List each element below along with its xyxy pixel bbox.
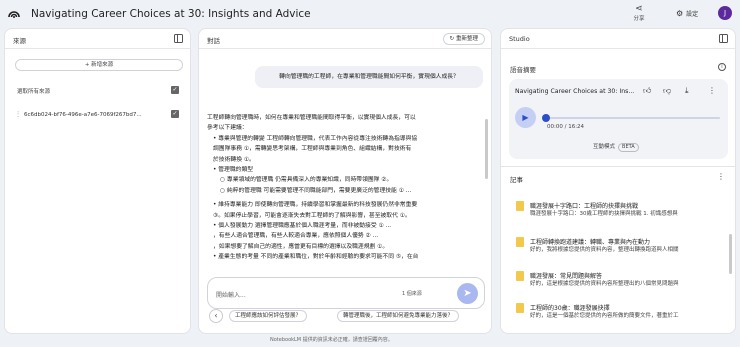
audio-progress-track[interactable] (544, 117, 720, 119)
source-count: 1 個來源 (402, 291, 422, 297)
play-icon: ▶ (522, 113, 529, 122)
settings-label: 設定 (686, 11, 699, 18)
collapse-panel-icon[interactable] (174, 34, 183, 43)
answer-line: 於技術轉換 ①。 (213, 156, 255, 163)
chat-header: 對話 ↻ 重新整理 (199, 29, 491, 49)
source-checkbox[interactable]: ✓ (171, 110, 179, 118)
note-body: 好的，我將根據您提供的資料內容，整理出轉換跑道與人相關 (530, 247, 679, 253)
more-options-icon[interactable]: ⋮ (717, 172, 725, 181)
share-button[interactable]: ⋖ 分享 (630, 4, 648, 23)
audio-overview-card: Navigating Career Choices at 30: Ins... … (509, 79, 728, 159)
audio-overview-header: 語音摘要 (510, 66, 536, 74)
download-icon[interactable]: ⤓ (685, 86, 689, 96)
note-body: 好的，這是根據您提供的資料內容所整理出的八個常見問題與 (530, 281, 679, 287)
answer-line: ③。如果停止學習，可能會逐漸失去對工程師的了解與影響，甚至被取代 ①。 (213, 212, 411, 219)
note-icon (516, 303, 524, 313)
gear-icon: ⚙ (676, 9, 684, 18)
share-label: 分享 (633, 16, 645, 22)
note-icon (516, 271, 524, 281)
chevron-left-icon[interactable]: ‹ (209, 309, 223, 323)
source-name: 6c6db024-bf76-496e-a7e6-7069f267bd7... (24, 112, 142, 118)
beta-badge: BETA (618, 143, 639, 152)
answer-line: • 維持專業能力 即使轉向管理職，持續學習和掌握最新的科技發展仍然非常重要 (213, 202, 418, 209)
suggestions-row: ‹ 工程師應該如何評估發展？ 轉管理職後，工程師如何避免專業能力落後？ (207, 308, 485, 324)
interactive-mode-label: 互動模式 (593, 144, 616, 150)
answer-line: • 專業與管理的轉變 工程師轉向管理職，代表工作內容從專注技術轉為指導與協 (213, 135, 418, 142)
thumbs-down-icon[interactable]: 👎︎ (663, 86, 671, 96)
suggestion-chip[interactable]: 工程師應該如何評估發展？ (229, 310, 308, 322)
note-icon (516, 201, 524, 211)
refresh-button[interactable]: ↻ 重新整理 (442, 33, 485, 45)
disclaimer-footer: NotebookLM 提供的資訊未必正確，請查證回覆內容。 (270, 337, 393, 343)
interactive-mode-button[interactable]: 互動模式 BETA (593, 142, 639, 152)
sources-panel: 來源 + 新增來源 選取所有來源 ✓ ⫶ 6c6db024-bf76-496e-… (4, 28, 191, 334)
answer-line: ○ 純粹的管理職 可能需要管理不同職能部門，需要更廣泛的管理技能 ① ... (220, 187, 412, 194)
studio-title: Studio (509, 35, 530, 43)
chat-input-box[interactable]: 開始輸入... 1 個來源 ➤ (207, 277, 485, 309)
notebook-title[interactable]: Navigating Career Choices at 30: Insight… (31, 8, 311, 20)
chat-input-placeholder[interactable]: 開始輸入... (216, 290, 246, 299)
audio-time: 00:00 / 16:24 (547, 124, 585, 130)
info-icon[interactable]: i (718, 63, 726, 71)
note-title: 職涯發展：常見問題與解答 (530, 273, 603, 280)
assistant-answer: 工程師轉向管理職時，如何在專業和管理職能間取得平衡，以實現個人成長，可以 參考以下… (207, 113, 487, 263)
user-message: 轉向管理職的工程師，在專業和管理職能間如何平衡，實現個人成長？ (255, 66, 483, 88)
answer-line: • 產業生態的考量 不同的產業和職位，對於年齡和經驗的要求可能不同 ⑤，在台 (213, 254, 419, 261)
sources-title: 來源 (13, 37, 26, 45)
answer-line: ，如果想要了解自己的適性，應當更有目標的選擇以及職涯規劃 ①。 (213, 243, 389, 250)
note-icon (516, 237, 524, 247)
answer-line: • 個人發展動力 選擇管理職應基於個人職涯考量，而非被動接受 ① ... (213, 223, 392, 230)
settings-button[interactable]: ⚙ 設定 (676, 9, 698, 18)
source-item[interactable]: ⫶ 6c6db024-bf76-496e-a7e6-7069f267bd7... (17, 110, 142, 120)
send-button[interactable]: ➤ (457, 283, 478, 304)
studio-panel: Studio 語音摘要 i Navigating Career Choices … (500, 28, 736, 334)
notes-scrollbar[interactable] (729, 234, 732, 274)
note-body: 好的，這是一個基於您提供的內容所做的簡要文件，著重於工 (530, 313, 679, 319)
chat-panel: 對話 ↻ 重新整理 轉向管理職的工程師，在專業和管理職能間如何平衡，實現個人成長… (198, 28, 492, 334)
audio-title: Navigating Career Choices at 30: Ins... (515, 88, 635, 95)
note-body: 職涯發展十字路口：30歲工程師的抉擇與挑戰 1. 初識感想與 (530, 211, 678, 217)
collapse-panel-icon[interactable] (719, 34, 728, 43)
sources-header: 來源 (5, 29, 190, 49)
send-arrow-icon: ➤ (463, 288, 472, 299)
answer-line: 調團隊事務 ①，需轉變思考架構，工程師與專業到角色、組織結構，對技術有 (213, 146, 412, 153)
chat-title: 對話 (207, 37, 220, 45)
answer-line: 工程師轉向管理職時，如何在專業和管理職能間取得平衡，以實現個人成長，可以 (207, 115, 416, 121)
top-bar: Navigating Career Choices at 30: Insight… (0, 0, 740, 28)
share-icon: ⋖ (635, 4, 643, 14)
chat-scrollbar[interactable] (485, 119, 488, 179)
play-button[interactable]: ▶ (515, 107, 536, 128)
refresh-label: 重新整理 (455, 36, 478, 42)
select-all-checkbox[interactable]: ✓ (171, 86, 179, 94)
answer-line: ○ 專業領域的管理職 仍需具備深入的專業知識，同時帶領團隊 ②。 (220, 177, 393, 184)
note-title: 工程師轉換跑道建議：轉職、專業與內在動力 (530, 239, 651, 246)
answer-line: • 管理職的類型 (213, 167, 254, 174)
select-all-label: 選取所有來源 (17, 89, 51, 95)
audio-progress-handle[interactable] (542, 114, 550, 122)
add-source-button[interactable]: + 新增來源 (15, 59, 183, 71)
answer-line: ，有些人適合管理職，有些人較適合專業，應依照個人優勢 ② ... (213, 233, 379, 240)
answer-line: 參考以下建議： (207, 125, 248, 132)
avatar[interactable]: J (718, 6, 732, 20)
studio-header: Studio (501, 29, 735, 49)
note-title: 工程師的30歲：職涯發展抉擇 (530, 305, 610, 312)
notes-header: 記事 (510, 176, 523, 184)
suggestion-chip[interactable]: 轉管理職後，工程師如何避免專業能力落後？ (337, 310, 460, 322)
divider (501, 166, 735, 167)
note-title: 職涯發展十字路口：工程師的抉擇與挑戰 (530, 203, 639, 210)
audio-wave-icon: ⫶ (17, 110, 19, 119)
notebooklm-logo-icon[interactable] (7, 6, 21, 20)
more-options-icon[interactable]: ⋮ (708, 86, 716, 95)
thumbs-up-icon[interactable]: 👍︎ (643, 86, 651, 96)
